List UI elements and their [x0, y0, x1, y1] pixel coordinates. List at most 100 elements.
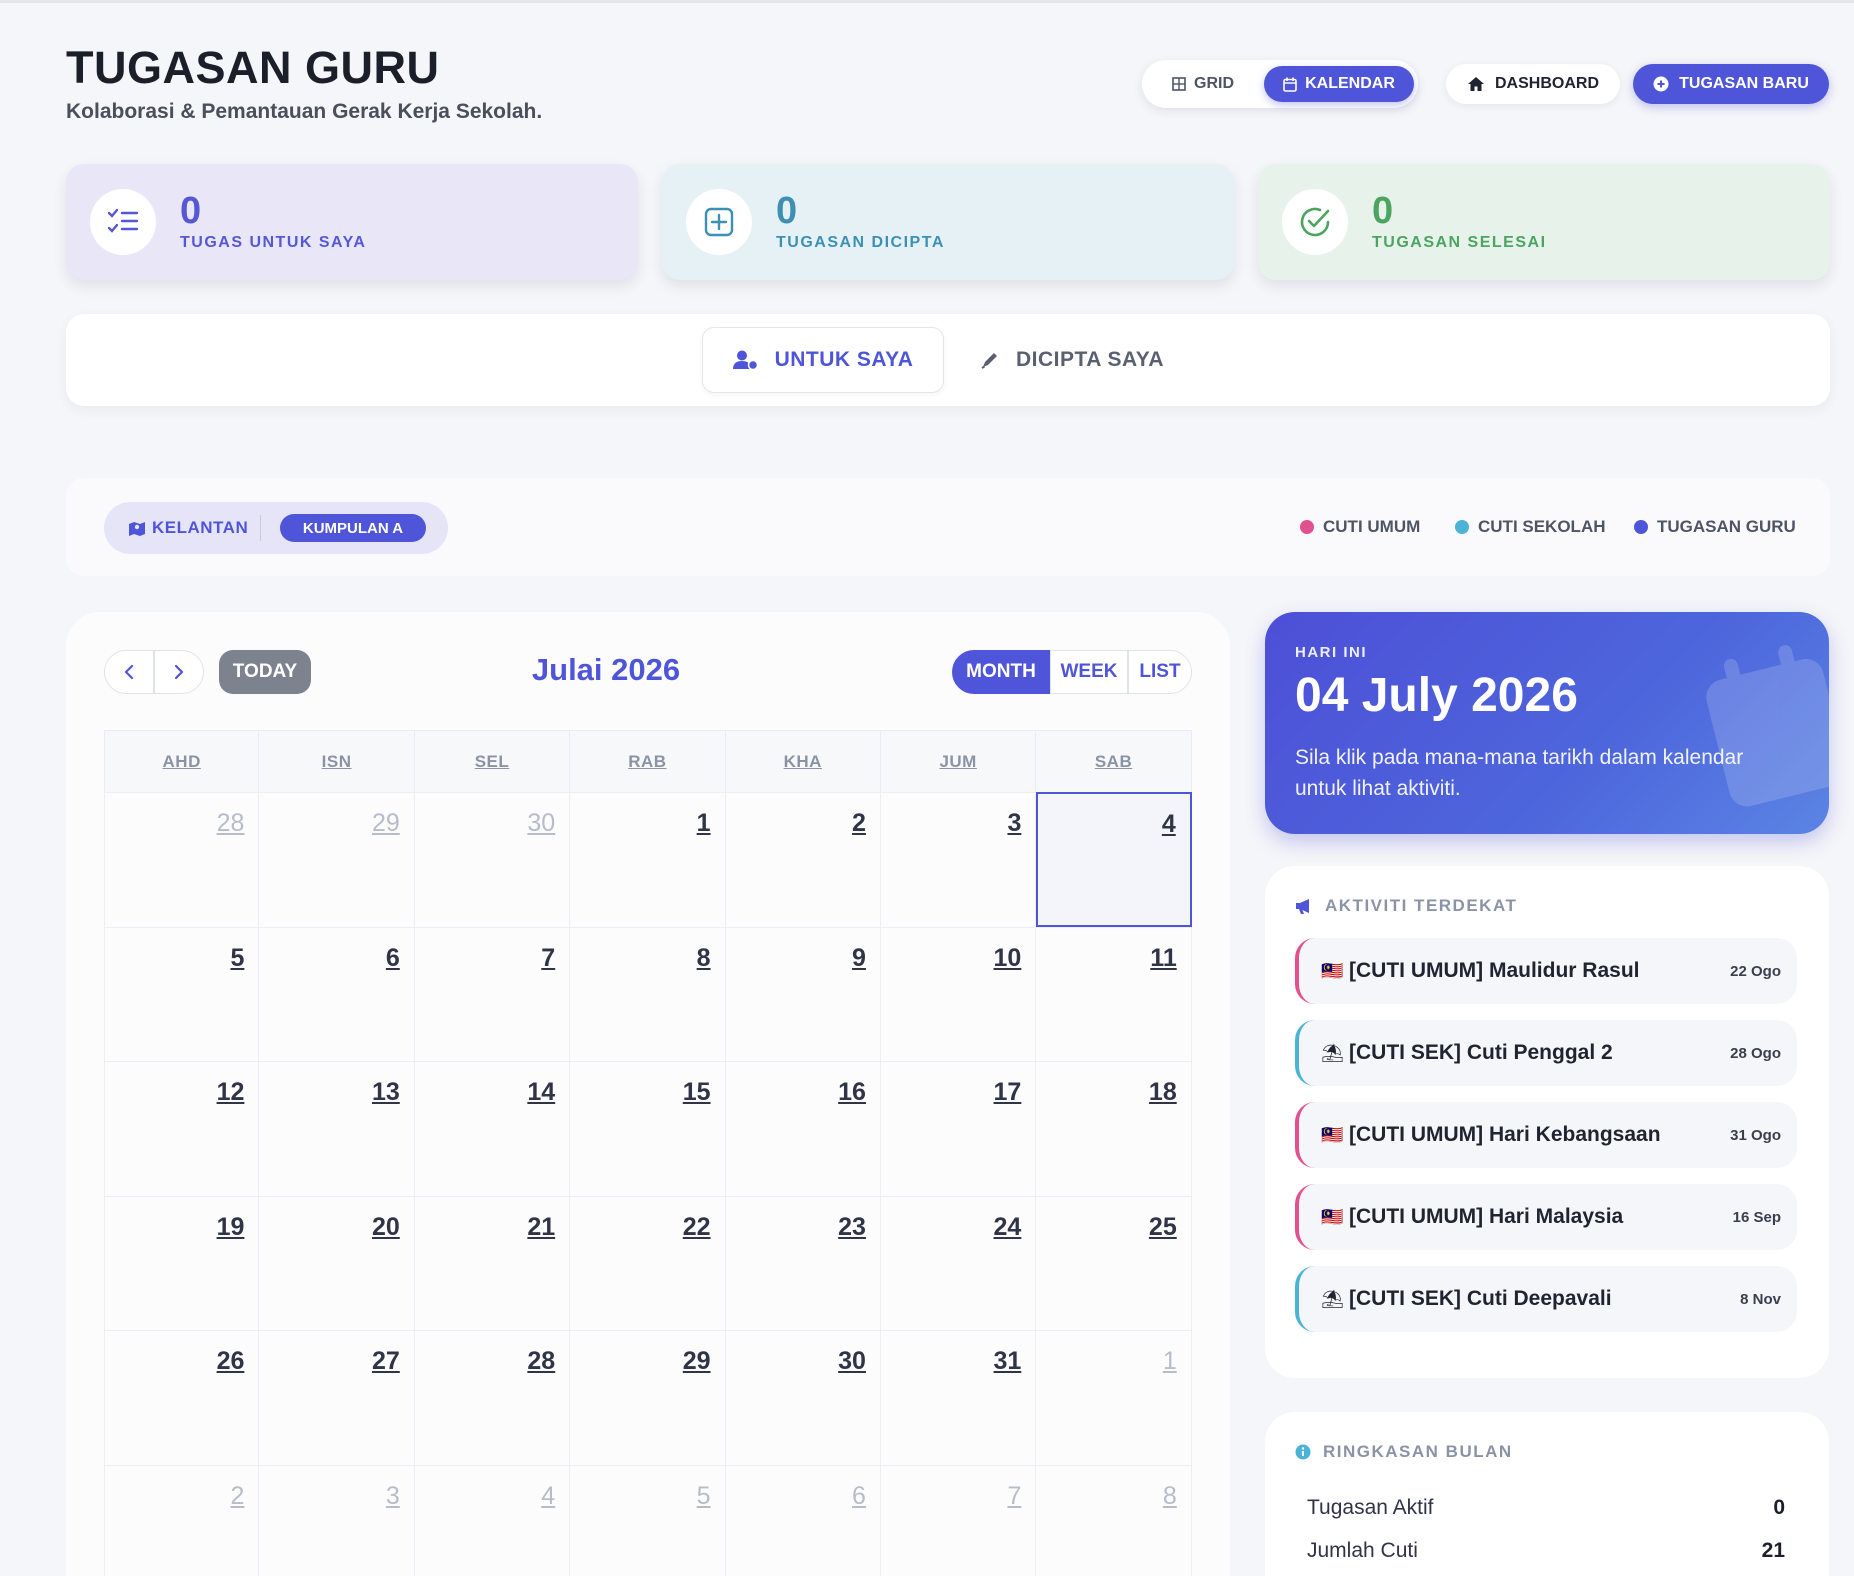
calendar-day[interactable]: 8 — [570, 926, 726, 1062]
day-number[interactable]: 3 — [386, 1482, 400, 1511]
calendar-day[interactable]: 21 — [414, 1195, 571, 1331]
calendar-day[interactable]: 6 — [259, 926, 415, 1062]
day-number[interactable]: 30 — [838, 1347, 866, 1376]
day-number[interactable]: 20 — [372, 1213, 400, 1242]
month-view-button[interactable]: MONTH — [952, 650, 1050, 694]
day-number[interactable]: 15 — [683, 1078, 711, 1107]
day-number[interactable]: 1 — [697, 809, 711, 838]
day-number[interactable]: 16 — [838, 1078, 866, 1107]
day-number[interactable]: 29 — [683, 1347, 711, 1376]
day-number[interactable]: 23 — [838, 1213, 866, 1242]
calendar-day[interactable]: 13 — [259, 1061, 415, 1196]
day-number[interactable]: 9 — [852, 944, 866, 973]
day-number[interactable]: 1 — [1163, 1347, 1177, 1376]
day-number[interactable]: 6 — [386, 944, 400, 973]
day-number[interactable]: 26 — [217, 1347, 245, 1376]
day-number[interactable]: 11 — [1150, 944, 1176, 973]
calendar-day[interactable]: 7 — [414, 926, 571, 1062]
calendar-day[interactable]: 18 — [1036, 1061, 1192, 1196]
day-number[interactable]: 30 — [527, 809, 555, 838]
calendar-day[interactable]: 30 — [725, 1330, 881, 1465]
day-number[interactable]: 28 — [527, 1347, 555, 1376]
calendar-day[interactable]: 8 — [1036, 1464, 1192, 1576]
calendar-day[interactable]: 31 — [880, 1330, 1037, 1465]
day-number[interactable]: 17 — [994, 1078, 1022, 1107]
day-number[interactable]: 24 — [994, 1213, 1022, 1242]
calendar-day[interactable]: 10 — [880, 926, 1037, 1062]
list-view-button[interactable]: LIST — [1128, 650, 1192, 694]
day-number[interactable]: 14 — [527, 1078, 555, 1107]
calendar-day[interactable]: 12 — [104, 1061, 260, 1196]
calendar-day[interactable]: 25 — [1036, 1195, 1192, 1331]
day-number[interactable]: 29 — [372, 809, 400, 838]
calendar-day[interactable]: 26 — [104, 1330, 260, 1465]
activity-item[interactable]: 🇲🇾 [CUTI UMUM] Hari Malaysia 16 Sep — [1295, 1184, 1797, 1250]
calendar-day[interactable]: 20 — [259, 1195, 415, 1331]
day-number[interactable]: 10 — [994, 944, 1022, 973]
calendar-day[interactable]: 9 — [725, 926, 881, 1062]
location-filter[interactable]: KELANTAN KUMPULAN A — [104, 502, 448, 554]
calendar-day[interactable]: 23 — [725, 1195, 881, 1331]
day-number[interactable]: 25 — [1149, 1213, 1177, 1242]
stat-card-my-tasks[interactable]: 0 TUGAS UNTUK SAYA — [66, 164, 638, 280]
day-number[interactable]: 7 — [541, 944, 555, 973]
activity-item[interactable]: ⛱ [CUTI SEK] Cuti Penggal 2 28 Ogo — [1295, 1020, 1797, 1086]
calendar-day[interactable]: 29 — [259, 792, 415, 927]
calendar-day[interactable]: 15 — [570, 1061, 726, 1196]
day-number[interactable]: 27 — [372, 1347, 400, 1376]
day-number[interactable]: 19 — [217, 1213, 245, 1242]
calendar-day[interactable]: 1 — [1036, 1330, 1192, 1465]
day-number[interactable]: 18 — [1149, 1078, 1177, 1107]
state-selector[interactable]: KELANTAN — [128, 502, 248, 554]
day-number[interactable]: 6 — [852, 1482, 866, 1511]
day-number[interactable]: 31 — [994, 1347, 1022, 1376]
tab-untuk-saya[interactable]: UNTUK SAYA — [702, 327, 944, 393]
calendar-day[interactable]: 17 — [880, 1061, 1037, 1196]
calendar-day[interactable]: 5 — [570, 1464, 726, 1576]
day-number[interactable]: 12 — [217, 1078, 245, 1107]
calendar-day[interactable]: 29 — [570, 1330, 726, 1465]
stat-card-completed-tasks[interactable]: 0 TUGASAN SELESAI — [1258, 164, 1830, 280]
day-number[interactable]: 4 — [541, 1482, 555, 1511]
calendar-day[interactable]: 19 — [104, 1195, 260, 1331]
day-number[interactable]: 5 — [230, 944, 244, 973]
day-number[interactable]: 28 — [217, 809, 245, 838]
calendar-day[interactable]: 5 — [104, 926, 260, 1062]
day-number[interactable]: 5 — [697, 1482, 711, 1511]
calendar-day-today[interactable]: 4 — [1036, 792, 1192, 927]
calendar-day[interactable]: 2 — [725, 792, 881, 927]
day-number[interactable]: 3 — [1007, 809, 1021, 838]
stat-card-created-tasks[interactable]: 0 TUGASAN DICIPTA — [662, 164, 1234, 280]
day-number[interactable]: 22 — [683, 1213, 711, 1242]
calendar-day[interactable]: 3 — [259, 1464, 415, 1576]
calendar-view-button[interactable]: KALENDAR — [1264, 66, 1414, 102]
calendar-day[interactable]: 6 — [725, 1464, 881, 1576]
today-button[interactable]: TODAY — [219, 650, 311, 694]
calendar-day[interactable]: 27 — [259, 1330, 415, 1465]
day-number[interactable]: 13 — [372, 1078, 400, 1107]
day-number[interactable]: 4 — [1162, 810, 1176, 839]
grid-view-button[interactable]: GRID — [1156, 66, 1250, 102]
calendar-day[interactable]: 28 — [414, 1330, 571, 1465]
calendar-day[interactable]: 1 — [570, 792, 726, 927]
day-number[interactable]: 2 — [230, 1482, 244, 1511]
calendar-day[interactable]: 7 — [880, 1464, 1037, 1576]
dashboard-button[interactable]: DASHBOARD — [1446, 64, 1620, 104]
calendar-day[interactable]: 28 — [104, 792, 260, 927]
group-selector[interactable]: KUMPULAN A — [280, 514, 426, 542]
week-view-button[interactable]: WEEK — [1050, 650, 1128, 694]
calendar-day[interactable]: 30 — [414, 792, 571, 927]
calendar-day[interactable]: 14 — [414, 1061, 571, 1196]
day-number[interactable]: 2 — [852, 809, 866, 838]
day-number[interactable]: 7 — [1007, 1482, 1021, 1511]
activity-item[interactable]: ⛱ [CUTI SEK] Cuti Deepavali 8 Nov — [1295, 1266, 1797, 1332]
calendar-day[interactable]: 16 — [725, 1061, 881, 1196]
calendar-day[interactable]: 4 — [414, 1464, 571, 1576]
new-task-button[interactable]: TUGASAN BARU — [1633, 64, 1829, 104]
day-number[interactable]: 8 — [1163, 1482, 1177, 1511]
calendar-day[interactable]: 22 — [570, 1195, 726, 1331]
calendar-day[interactable]: 11 — [1036, 926, 1192, 1062]
day-number[interactable]: 21 — [527, 1213, 555, 1242]
activity-item[interactable]: 🇲🇾 [CUTI UMUM] Maulidur Rasul 22 Ogo — [1295, 938, 1797, 1004]
prev-month-button[interactable] — [104, 650, 154, 694]
